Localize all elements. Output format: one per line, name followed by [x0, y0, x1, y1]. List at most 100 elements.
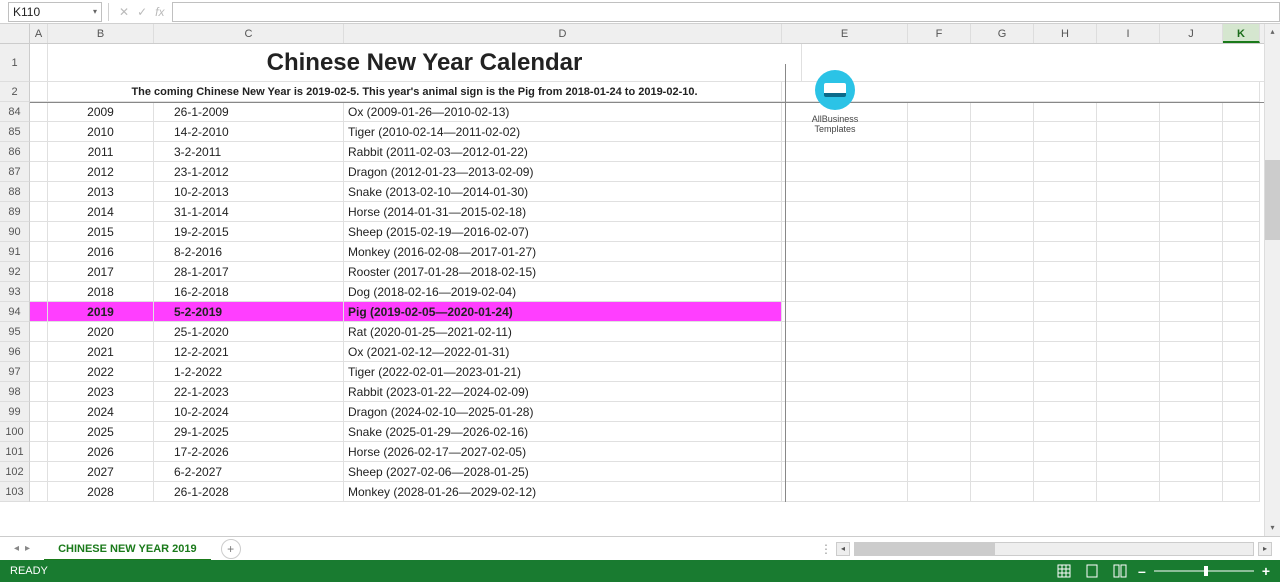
cell[interactable]	[1223, 402, 1260, 422]
fx-label[interactable]: fx	[155, 5, 164, 19]
cell[interactable]	[1223, 182, 1260, 202]
hscroll-thumb[interactable]	[855, 543, 995, 555]
row-header[interactable]: 102	[0, 462, 30, 482]
cell[interactable]	[782, 342, 908, 362]
cell[interactable]	[1034, 122, 1097, 142]
cell[interactable]	[1097, 242, 1160, 262]
cell-year[interactable]: 2023	[48, 382, 154, 402]
cell-date[interactable]: 26-1-2009	[154, 102, 344, 122]
cell[interactable]	[1097, 362, 1160, 382]
cell[interactable]	[1034, 302, 1097, 322]
cell[interactable]	[782, 402, 908, 422]
cell[interactable]	[908, 102, 971, 122]
cell[interactable]	[782, 442, 908, 462]
row-header[interactable]: 100	[0, 422, 30, 442]
row-header[interactable]: 93	[0, 282, 30, 302]
cell[interactable]	[1160, 122, 1223, 142]
cell[interactable]	[802, 44, 1280, 82]
cell[interactable]	[908, 242, 971, 262]
row-header[interactable]: 92	[0, 262, 30, 282]
cell-date[interactable]: 28-1-2017	[154, 262, 344, 282]
cell-animal[interactable]: Ox (2021-02-12—2022-01-31)	[344, 342, 782, 362]
cell[interactable]	[908, 302, 971, 322]
cell[interactable]	[1160, 202, 1223, 222]
cell[interactable]	[782, 382, 908, 402]
cell[interactable]	[1160, 322, 1223, 342]
cell[interactable]	[908, 442, 971, 462]
sheet-tab-active[interactable]: CHINESE NEW YEAR 2019	[44, 537, 211, 561]
cell[interactable]	[1034, 362, 1097, 382]
zoom-slider-thumb[interactable]	[1204, 566, 1208, 576]
cell-year[interactable]: 2009	[48, 102, 154, 122]
cell[interactable]	[971, 362, 1034, 382]
view-normal-icon[interactable]	[1054, 563, 1074, 579]
cell[interactable]	[1223, 202, 1260, 222]
cell[interactable]	[782, 362, 908, 382]
cell[interactable]	[782, 482, 908, 502]
cell[interactable]	[30, 102, 48, 122]
cell-year[interactable]: 2015	[48, 222, 154, 242]
cell[interactable]	[1097, 342, 1160, 362]
cell-year[interactable]: 2021	[48, 342, 154, 362]
cell[interactable]	[30, 482, 48, 502]
cell-date[interactable]: 23-1-2012	[154, 162, 344, 182]
row-header[interactable]: 103	[0, 482, 30, 502]
cell[interactable]	[782, 422, 908, 442]
row-header[interactable]: 94	[0, 302, 30, 322]
horizontal-scrollbar[interactable]	[854, 542, 1254, 556]
cell[interactable]	[908, 222, 971, 242]
column-header-K[interactable]: K	[1223, 24, 1260, 43]
cell[interactable]	[30, 282, 48, 302]
cell[interactable]	[1160, 382, 1223, 402]
cell[interactable]	[1097, 282, 1160, 302]
row-header[interactable]: 97	[0, 362, 30, 382]
cell-date[interactable]: 31-1-2014	[154, 202, 344, 222]
cell[interactable]	[30, 322, 48, 342]
cell[interactable]	[30, 402, 48, 422]
zoom-out-button[interactable]: –	[1138, 563, 1146, 579]
cell[interactable]	[1034, 482, 1097, 502]
cell[interactable]	[1034, 382, 1097, 402]
cell[interactable]	[1160, 222, 1223, 242]
cell-date[interactable]: 5-2-2019	[154, 302, 344, 322]
column-header-J[interactable]: J	[1160, 24, 1223, 43]
column-header-G[interactable]: G	[971, 24, 1034, 43]
cell[interactable]	[1097, 182, 1160, 202]
cell[interactable]	[971, 442, 1034, 462]
formula-input[interactable]	[172, 2, 1280, 22]
column-header-A[interactable]: A	[30, 24, 48, 43]
hscroll-left-icon[interactable]: ◂	[836, 542, 850, 556]
cell[interactable]	[30, 82, 48, 102]
cell[interactable]	[908, 122, 971, 142]
row-header[interactable]: 86	[0, 142, 30, 162]
cell-year[interactable]: 2013	[48, 182, 154, 202]
cell-animal[interactable]: Tiger (2010-02-14—2011-02-02)	[344, 122, 782, 142]
cell[interactable]	[1223, 462, 1260, 482]
cell-animal[interactable]: Dog (2018-02-16—2019-02-04)	[344, 282, 782, 302]
cell[interactable]	[908, 362, 971, 382]
cell[interactable]	[1160, 102, 1223, 122]
cell[interactable]	[1223, 442, 1260, 462]
cell[interactable]	[908, 282, 971, 302]
name-box[interactable]: K110 ▾	[8, 2, 102, 22]
cell[interactable]	[30, 302, 48, 322]
cell[interactable]	[1223, 422, 1260, 442]
cell[interactable]	[1223, 282, 1260, 302]
cell[interactable]	[1160, 142, 1223, 162]
tab-nav-first-icon[interactable]: ◂	[14, 543, 19, 554]
column-header-B[interactable]: B	[48, 24, 154, 43]
cell[interactable]	[908, 162, 971, 182]
view-page-break-icon[interactable]	[1110, 563, 1130, 579]
cell[interactable]	[782, 282, 908, 302]
cell-date[interactable]: 3-2-2011	[154, 142, 344, 162]
cell-year[interactable]: 2027	[48, 462, 154, 482]
cell[interactable]	[782, 322, 908, 342]
cell[interactable]	[1034, 422, 1097, 442]
cell-date[interactable]: 17-2-2026	[154, 442, 344, 462]
cell[interactable]	[1160, 402, 1223, 422]
row-header[interactable]: 2	[0, 82, 30, 102]
view-page-layout-icon[interactable]	[1082, 563, 1102, 579]
cell-year[interactable]: 2028	[48, 482, 154, 502]
cell[interactable]	[1097, 302, 1160, 322]
cell-animal[interactable]: Dragon (2012-01-23—2013-02-09)	[344, 162, 782, 182]
